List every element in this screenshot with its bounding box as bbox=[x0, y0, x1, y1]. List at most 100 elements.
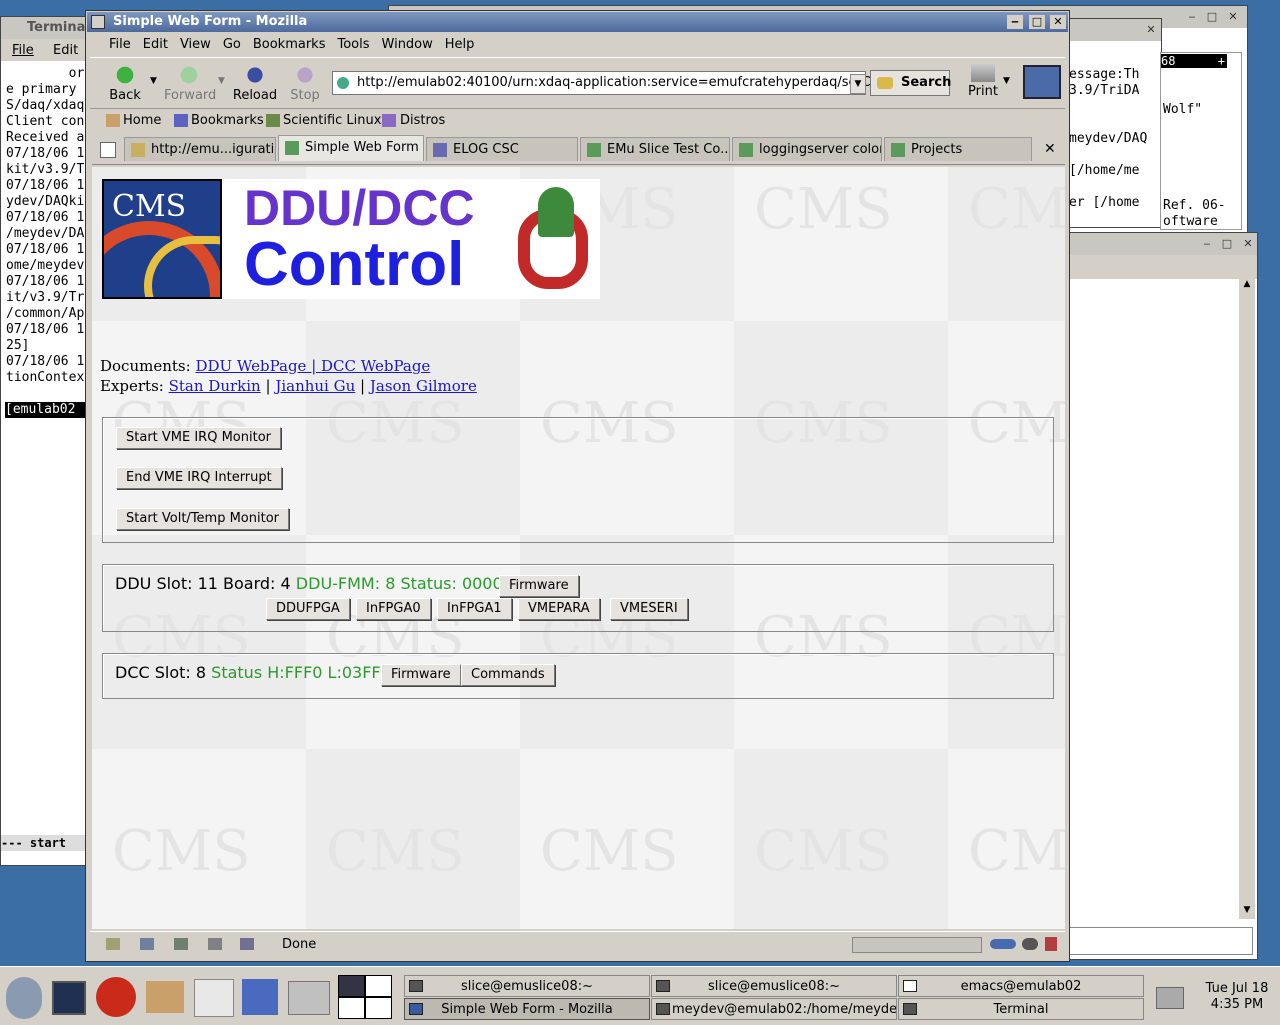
tab-loggingserver[interactable]: loggingserver color... bbox=[732, 137, 882, 161]
task-slice-terminal-2[interactable]: slice@emuslice08:~ bbox=[651, 975, 897, 997]
maximize-icon[interactable]: □ bbox=[1029, 15, 1045, 29]
close-icon[interactable]: ✕ bbox=[1143, 23, 1159, 37]
tab-configuration[interactable]: http://emu...iguration bbox=[124, 137, 276, 161]
file-manager-icon[interactable] bbox=[146, 981, 184, 1013]
privacy-eye-icon[interactable] bbox=[1022, 938, 1038, 950]
forward-dropdown-icon[interactable]: ▼ bbox=[218, 76, 225, 86]
scroll-up-icon[interactable]: ▲ bbox=[1240, 279, 1254, 293]
editor-scrollbar[interactable]: ▲ ▼ bbox=[1239, 279, 1255, 919]
component-bar-mail-icon[interactable] bbox=[140, 938, 154, 950]
print-button[interactable]: Print bbox=[958, 64, 1008, 99]
ddu-webpage-link[interactable]: DDU WebPage bbox=[195, 357, 306, 375]
back-dropdown-icon[interactable]: ▼ bbox=[150, 76, 157, 86]
minimize-icon[interactable]: ‒ bbox=[1184, 10, 1200, 24]
main-menu-foot-icon[interactable] bbox=[6, 977, 42, 1019]
reload-button[interactable]: Reload bbox=[230, 64, 280, 103]
menu-help[interactable]: Help bbox=[439, 35, 481, 55]
menu-go[interactable]: Go bbox=[217, 35, 247, 55]
mozilla-titlebar[interactable]: Simple Web Form - Mozilla ‒ □ ✕ bbox=[87, 12, 1068, 32]
bookmark-distros[interactable]: Distros bbox=[400, 113, 445, 128]
minimize-icon[interactable]: ‒ bbox=[1199, 237, 1215, 251]
background-editor-window: ‒ □ ✕ ▲ ▼ bbox=[1060, 232, 1258, 960]
tab-simple-web-form[interactable]: Simple Web Form bbox=[278, 135, 424, 161]
component-bar-composer-icon[interactable] bbox=[174, 938, 188, 950]
component-bar-navigator-icon[interactable] bbox=[106, 938, 120, 950]
minimize-icon[interactable]: ‒ bbox=[1007, 15, 1023, 29]
clock[interactable]: Tue Jul 18 4:35 PM bbox=[1196, 981, 1278, 1013]
close-icon[interactable]: ✕ bbox=[1225, 10, 1241, 24]
security-lock-icon[interactable] bbox=[1045, 937, 1057, 951]
tab-emu-slice-test[interactable]: EMu Slice Test Co... bbox=[580, 137, 730, 161]
scroll-down-icon[interactable]: ▼ bbox=[1240, 905, 1254, 919]
search-button[interactable]: Search bbox=[870, 70, 951, 96]
vmepara-button[interactable]: VMEPARA bbox=[518, 598, 600, 620]
task-emacs[interactable]: emacs@emulab02 bbox=[898, 975, 1144, 997]
bookmark-scientific-linux[interactable]: Scientific Linux bbox=[283, 113, 381, 128]
expert-link-jianhui-gu[interactable]: Jianhui Gu bbox=[275, 377, 355, 395]
task-mozilla[interactable]: Simple Web Form - Mozilla bbox=[404, 998, 650, 1020]
forward-button[interactable]: Forward bbox=[164, 64, 216, 103]
expert-link-jason-gilmore[interactable]: Jason Gilmore bbox=[370, 377, 477, 395]
ddu-firmware-button[interactable]: Firmware bbox=[499, 575, 579, 597]
url-dropdown-icon[interactable]: ▼ bbox=[850, 74, 866, 94]
new-tab-icon[interactable] bbox=[100, 142, 116, 158]
terminal-menu-file[interactable]: File bbox=[12, 43, 34, 58]
printer-launcher-icon[interactable] bbox=[288, 981, 330, 1015]
menu-tools[interactable]: Tools bbox=[331, 35, 375, 55]
task-slice-terminal-1[interactable]: slice@emuslice08:~ bbox=[404, 975, 650, 997]
text-editor-icon[interactable] bbox=[194, 979, 234, 1017]
infpga0-button[interactable]: InFPGA0 bbox=[356, 598, 431, 620]
component-bar-addressbook-icon[interactable] bbox=[208, 938, 222, 950]
close-tab-icon[interactable]: ✕ bbox=[1044, 141, 1056, 157]
url-bar[interactable]: http://emulab02:40100/urn:xdaq-applicati… bbox=[332, 71, 913, 95]
task-terminal[interactable]: Terminal bbox=[898, 998, 1144, 1020]
bookmark-bookmarks[interactable]: Bookmarks bbox=[191, 113, 264, 128]
tab-elog-csc[interactable]: ELOG CSC bbox=[426, 137, 578, 161]
dcc-commands-button[interactable]: Commands bbox=[461, 664, 555, 686]
dcc-webpage-link[interactable]: DCC WebPage bbox=[321, 357, 430, 375]
terminal-line: /common/Ap bbox=[6, 306, 85, 321]
start-volt-temp-monitor-button[interactable]: Start Volt/Temp Monitor bbox=[116, 508, 290, 530]
close-icon[interactable]: ✕ bbox=[1240, 237, 1256, 251]
terminal-launcher-icon[interactable] bbox=[52, 981, 86, 1015]
workspace-switcher[interactable] bbox=[338, 975, 392, 1019]
maximize-icon[interactable]: □ bbox=[1204, 10, 1220, 24]
menu-file[interactable]: File bbox=[103, 35, 137, 55]
dduf-pga-button[interactable]: DDUFPGA bbox=[266, 598, 350, 620]
background-editor-titlebar[interactable]: ‒ □ ✕ bbox=[1061, 233, 1257, 255]
terminal-menu-edit[interactable]: Edit bbox=[53, 43, 78, 58]
print-dropdown-icon[interactable]: ▼ bbox=[1003, 76, 1010, 86]
emacs-task-icon bbox=[903, 980, 917, 992]
back-button[interactable]: Back bbox=[100, 64, 150, 103]
menu-view[interactable]: View bbox=[174, 35, 217, 55]
start-vme-irq-monitor-button[interactable]: Start VME IRQ Monitor bbox=[116, 427, 281, 449]
terminal-titlebar[interactable]: Terminal bbox=[1, 17, 91, 39]
forward-arrow-icon bbox=[177, 64, 201, 86]
window-menu-icon[interactable] bbox=[91, 15, 105, 29]
terminal-line: or bbox=[6, 66, 85, 81]
menu-bookmarks[interactable]: Bookmarks bbox=[247, 35, 332, 55]
tab-page-icon bbox=[739, 143, 753, 157]
infpga1-button[interactable]: InFPGA1 bbox=[437, 598, 512, 620]
tab-projects[interactable]: Projects bbox=[884, 137, 1032, 161]
dcc-firmware-button[interactable]: Firmware bbox=[381, 664, 461, 686]
bookmark-home[interactable]: Home bbox=[123, 113, 161, 128]
vmeseri-button[interactable]: VMESERI bbox=[610, 598, 688, 620]
background-terminal-titlebar[interactable]: ✕ bbox=[1061, 19, 1161, 41]
close-icon[interactable]: ✕ bbox=[1050, 15, 1066, 29]
printer-tray-icon[interactable] bbox=[1156, 987, 1184, 1009]
task-meydev-terminal[interactable]: meydev@emulab02:/home/meydev/DA bbox=[651, 998, 897, 1020]
editor-input-box[interactable] bbox=[1065, 927, 1253, 955]
maximize-icon[interactable]: □ bbox=[1219, 237, 1235, 251]
mozilla-throbber-icon[interactable] bbox=[1023, 65, 1061, 99]
menu-edit[interactable]: Edit bbox=[137, 35, 174, 55]
online-status-icon[interactable] bbox=[990, 939, 1016, 949]
office-icon[interactable] bbox=[242, 979, 278, 1015]
mozilla-launcher-icon[interactable] bbox=[96, 977, 136, 1017]
menu-window[interactable]: Window bbox=[376, 35, 439, 55]
stop-button[interactable]: Stop bbox=[280, 64, 330, 103]
component-bar-chat-icon[interactable] bbox=[240, 938, 254, 950]
end-vme-irq-interrupt-button[interactable]: End VME IRQ Interrupt bbox=[116, 467, 282, 489]
terminal-prompt[interactable]: [emulab02 bbox=[5, 402, 85, 418]
expert-link-stan-durkin[interactable]: Stan Durkin bbox=[169, 377, 261, 395]
